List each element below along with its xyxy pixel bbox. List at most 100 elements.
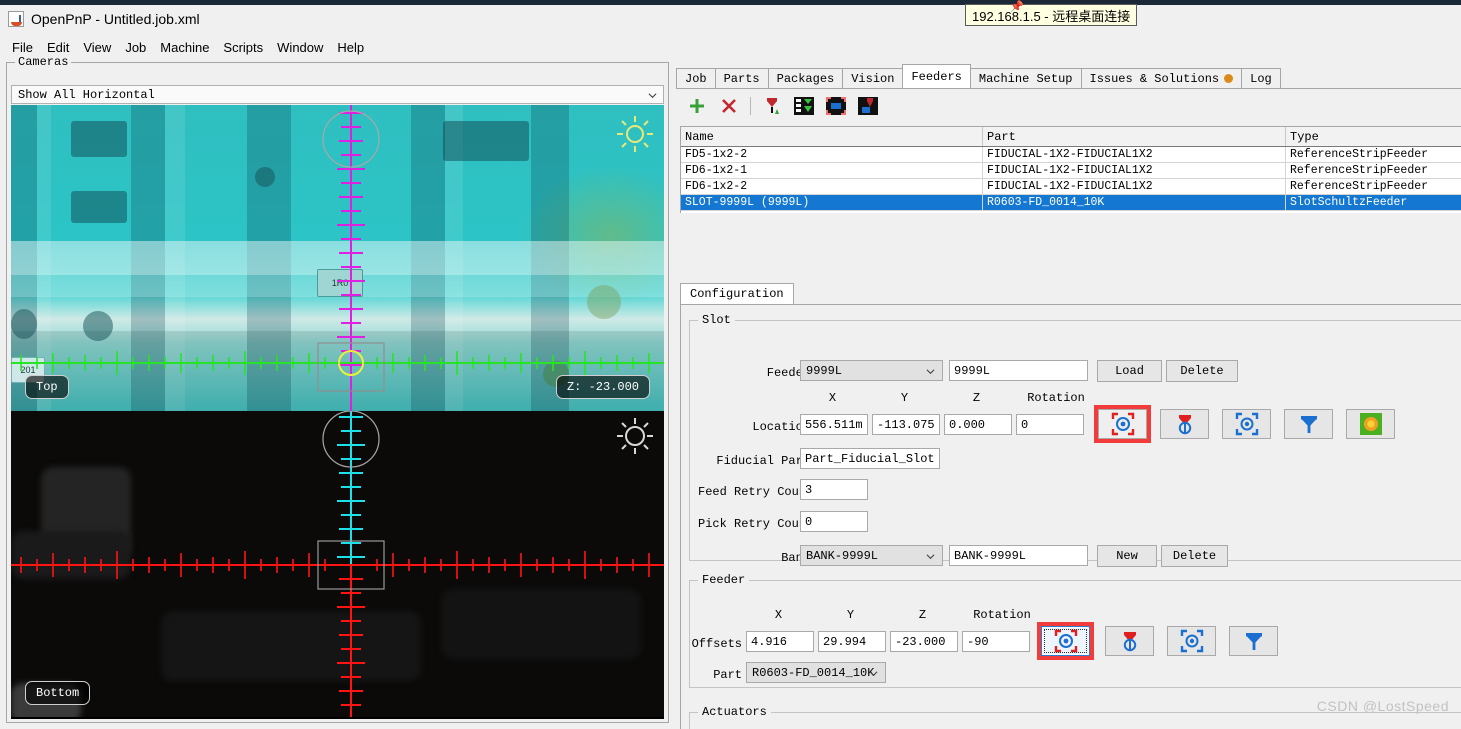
feeders-list-button[interactable] [791, 94, 817, 118]
feeder-axis-header-x: X [774, 608, 783, 622]
feed-retry-count-input[interactable] [800, 479, 868, 500]
slot-fiducial-part-input[interactable] [800, 448, 940, 469]
column-header-type[interactable]: Type [1286, 127, 1461, 146]
slot-feeder-name-input[interactable] [949, 360, 1088, 381]
cameras-panel-legend: Cameras [15, 55, 72, 69]
menu-file[interactable]: File [5, 38, 40, 57]
camera-layout-select[interactable]: Show All Horizontal [11, 85, 664, 104]
slot-move-nozzle-to-location-button[interactable] [1284, 409, 1333, 439]
slot-bank-new-button[interactable]: New [1097, 545, 1157, 567]
menu-scripts[interactable]: Scripts [216, 38, 270, 57]
feeder-part-combo[interactable]: R0603-FD_0014_10K [746, 662, 886, 683]
tab-configuration[interactable]: Configuration [680, 283, 794, 304]
slot-location-z-input[interactable] [944, 414, 1012, 435]
nozzle-blue-icon [1245, 633, 1262, 650]
feeder-offset-z-input[interactable] [890, 631, 958, 652]
menu-job[interactable]: Job [118, 38, 153, 57]
rdp-connection-tooltip: 192.168.1.5 - 远程桌面连接 [965, 4, 1138, 26]
feeder-offset-rotation-input[interactable] [962, 631, 1030, 652]
chevron-down-icon [869, 671, 878, 677]
slot-move-camera-to-location-button[interactable] [1222, 409, 1271, 439]
sun-icon[interactable] [615, 114, 655, 154]
pick-retry-count-input[interactable] [800, 511, 868, 532]
feeder-position-camera-button[interactable] [823, 94, 849, 118]
toolbar-separator [750, 97, 751, 115]
table-row[interactable]: FD6-1x2-1 FIDUCIAL-1X2-FIDUCIAL1X2 Refer… [681, 163, 1461, 179]
feeder-capture-camera-offset-button[interactable] [1037, 622, 1094, 660]
tab-packages[interactable]: Packages [767, 68, 844, 88]
menubar: File Edit View Job Machine Scripts Windo… [0, 36, 1461, 58]
tab-log[interactable]: Log [1241, 68, 1281, 88]
menu-machine[interactable]: Machine [153, 38, 216, 57]
feeder-move-nozzle-to-offset-button[interactable] [1229, 626, 1278, 656]
slot-bank-name-input[interactable] [949, 545, 1088, 566]
feeder-capture-nozzle-offset-button[interactable] [1105, 626, 1154, 656]
camera-layout-select-value: Show All Horizontal [18, 87, 155, 102]
cell-part: FIDUCIAL-1X2-FIDUCIAL1X2 [983, 163, 1286, 178]
slot-delete-button[interactable]: Delete [1166, 360, 1238, 382]
slot-bank-combo[interactable]: BANK-9999L [800, 545, 943, 566]
slot-capture-camera-location-button[interactable] [1094, 405, 1151, 443]
table-row-selected[interactable]: SLOT-9999L (9999L) R0603-FD_0014_10K Slo… [681, 195, 1461, 211]
feeders-table[interactable]: Name Part Type FD5-1x2-2 FIDUCIAL-1X2-FI… [680, 126, 1461, 213]
cell-type: ReferenceStripFeeder [1286, 163, 1461, 178]
window-title-row: OpenPnP - Untitled.job.xml [0, 5, 1461, 32]
fiducial-green-icon [1359, 413, 1382, 435]
tab-vision[interactable]: Vision [842, 68, 904, 88]
camera-target-red-icon [1054, 629, 1077, 653]
add-feeder-button[interactable] [684, 94, 710, 118]
table-row[interactable]: FD6-1x2-2 FIDUCIAL-1X2-FIDUCIAL1X2 Refer… [681, 179, 1461, 195]
tab-parts[interactable]: Parts [714, 68, 769, 88]
bottom-camera-view[interactable]: Bottom [11, 411, 664, 717]
menu-view[interactable]: View [76, 38, 118, 57]
tab-job[interactable]: Job [676, 68, 716, 88]
column-header-name[interactable]: Name [681, 127, 983, 146]
slot-fiducial-vision-button[interactable] [1346, 409, 1395, 439]
feeder-axis-header-z: Z [918, 608, 927, 622]
cell-name: SLOT-9999L (9999L) [681, 195, 983, 210]
feeder-offset-y-input[interactable] [818, 631, 886, 652]
cell-part: R0603-FD_0014_10K [983, 195, 1286, 210]
top-camera-view[interactable]: 201 102 1R0 [11, 105, 664, 411]
feeder-part-combo-value: R0603-FD_0014_10K [752, 665, 875, 680]
slot-bank-delete-button[interactable]: Delete [1161, 545, 1228, 567]
slot-location-rotation-input[interactable] [1016, 414, 1084, 435]
offsets-label: Offsets [691, 637, 742, 651]
slot-group-legend: Slot [702, 313, 731, 327]
delete-feeder-button[interactable] [716, 94, 742, 118]
menu-help[interactable]: Help [330, 38, 371, 57]
pick-retry-count-label: Pick Retry Count [698, 517, 814, 531]
slot-axis-header-rotation: Rotation [1027, 391, 1085, 405]
feeder-move-camera-to-offset-button[interactable] [1167, 626, 1216, 656]
slot-group: Slot Feeder 9999L Load Delete X Y Z Rota… [689, 313, 1461, 567]
sun-icon[interactable] [615, 416, 655, 456]
slot-axis-header-z: Z [972, 391, 981, 405]
feed-retry-count-label: Feed Retry Count [698, 485, 814, 499]
tab-issues-label: Issues & Solutions [1089, 71, 1220, 86]
table-row[interactable]: FD5-1x2-2 FIDUCIAL-1X2-FIDUCIAL1X2 Refer… [681, 147, 1461, 163]
configuration-panel: Slot Feeder 9999L Load Delete X Y Z Rota… [680, 305, 1461, 729]
slot-feeder-combo[interactable]: 9999L [800, 360, 943, 381]
slot-location-x-input[interactable] [800, 414, 868, 435]
feeder-pick-button[interactable] [855, 94, 881, 118]
actuators-group-legend: Actuators [702, 705, 767, 719]
bottom-camera-reticle [11, 411, 664, 717]
feeder-part-label: Part [713, 668, 742, 682]
cell-name: FD6-1x2-1 [681, 163, 983, 178]
feeder-set-enabled-button[interactable] [759, 94, 785, 118]
menu-window[interactable]: Window [270, 38, 330, 57]
tab-issues-and-solutions[interactable]: Issues & Solutions [1080, 68, 1243, 88]
slot-axis-header-y: Y [900, 391, 909, 405]
column-header-part[interactable]: Part [983, 127, 1286, 146]
slot-feeder-combo-value: 9999L [806, 363, 843, 378]
feeder-axis-header-rotation: Rotation [973, 608, 1031, 622]
menu-edit[interactable]: Edit [40, 38, 76, 57]
slot-location-y-input[interactable] [872, 414, 940, 435]
slot-capture-nozzle-location-button[interactable] [1160, 409, 1209, 439]
chevron-down-icon [926, 554, 935, 560]
tab-machine-setup[interactable]: Machine Setup [969, 68, 1082, 88]
camera-target-blue-icon [1180, 629, 1203, 653]
slot-load-button[interactable]: Load [1097, 360, 1162, 382]
tab-feeders[interactable]: Feeders [902, 64, 971, 88]
feeder-offset-x-input[interactable] [746, 631, 814, 652]
